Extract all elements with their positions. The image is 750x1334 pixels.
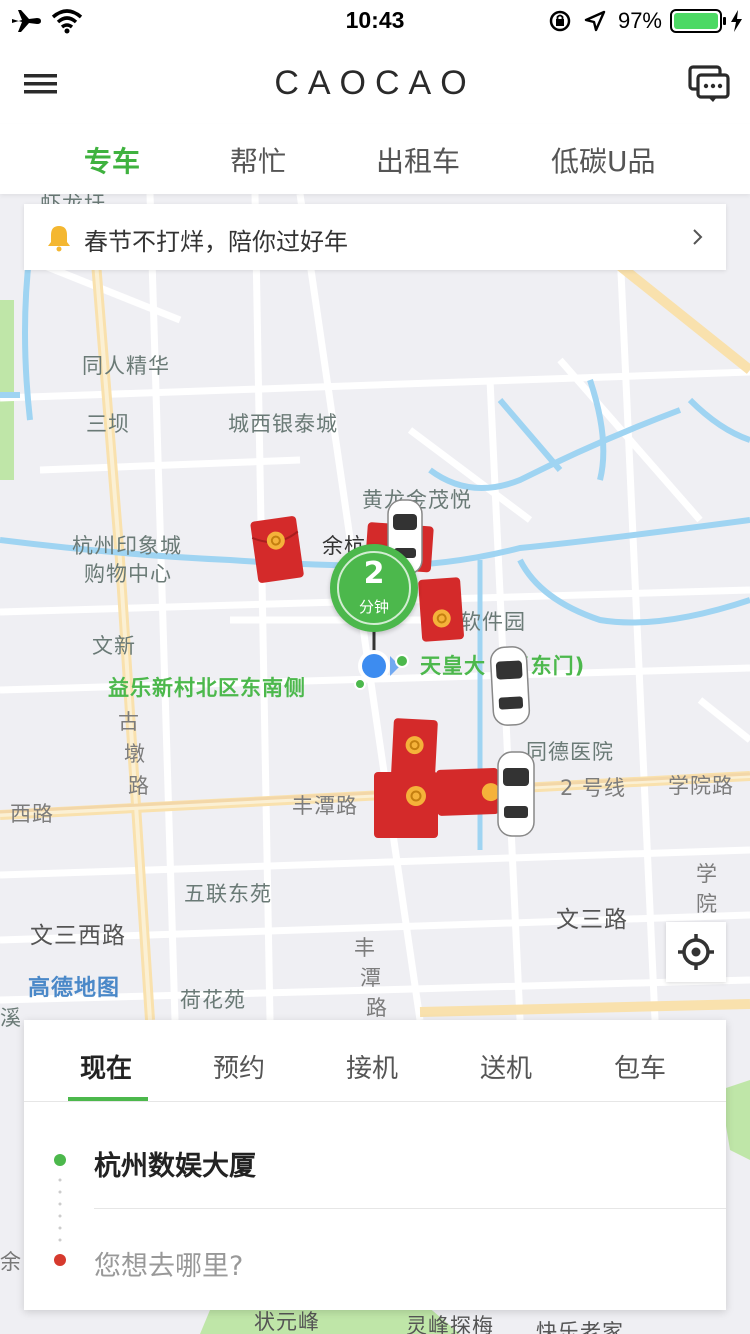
tab-zhuanche[interactable]: 专车: [84, 140, 140, 180]
red-packet-icon: [250, 516, 304, 583]
battery-icon: [670, 9, 742, 33]
destination-dot: [54, 1254, 66, 1266]
car-icon: [489, 646, 531, 726]
pickup-dot: [54, 1154, 66, 1166]
tab-chuzuche[interactable]: 出租车: [376, 140, 460, 180]
bell-icon: [48, 226, 70, 252]
service-tabs: 专车 帮忙 出租车 低碳U品: [0, 124, 750, 194]
battery-percent: 97%: [617, 8, 662, 33]
tab-ditan[interactable]: 低碳U品: [551, 140, 656, 180]
red-packet-icon: [374, 772, 438, 838]
locate-button[interactable]: [666, 922, 726, 982]
crosshair-icon: [678, 934, 714, 970]
eta-unit: 分钟: [358, 598, 389, 616]
ride-card: 现在 预约 接机 送机 包车 杭州数娱大厦 您想去哪里?: [24, 1020, 726, 1310]
eta-bubble[interactable]: 2 分钟: [330, 544, 418, 632]
location-arrow-icon: [584, 10, 606, 32]
chevron-right-icon: [693, 229, 703, 245]
messages-icon[interactable]: [688, 64, 732, 104]
promo-text: 春节不打烊，陪你过好年: [84, 228, 348, 256]
red-packet-icon: [418, 577, 464, 642]
tab-bangmang[interactable]: 帮忙: [230, 140, 286, 180]
car-icon: [497, 751, 535, 837]
divider: [94, 1208, 726, 1209]
route-dots: [58, 1178, 62, 1242]
destination-input[interactable]: 您想去哪里?: [94, 1244, 243, 1283]
ride-tab-dropoff-airport[interactable]: 送机: [480, 1048, 532, 1085]
status-bar: 10:43 97%: [0, 0, 750, 42]
ride-tab-charter[interactable]: 包车: [614, 1048, 666, 1085]
ride-tab-now[interactable]: 现在: [80, 1048, 132, 1085]
app-header: CAOCAO: [0, 42, 750, 124]
ride-tab-pickup-airport[interactable]: 接机: [346, 1048, 398, 1085]
red-packet-icon: [436, 767, 500, 816]
pickup-location[interactable]: 杭州数娱大厦: [94, 1144, 256, 1183]
eta-minutes: 2: [363, 556, 385, 591]
divider: [24, 1101, 726, 1102]
red-packet-icon: [391, 718, 438, 781]
brand-logo: CAOCAO: [274, 64, 476, 102]
promo-banner[interactable]: 春节不打烊，陪你过好年: [24, 204, 726, 270]
rotation-lock-icon: [549, 10, 571, 32]
ride-tab-reserve[interactable]: 预约: [213, 1048, 265, 1085]
